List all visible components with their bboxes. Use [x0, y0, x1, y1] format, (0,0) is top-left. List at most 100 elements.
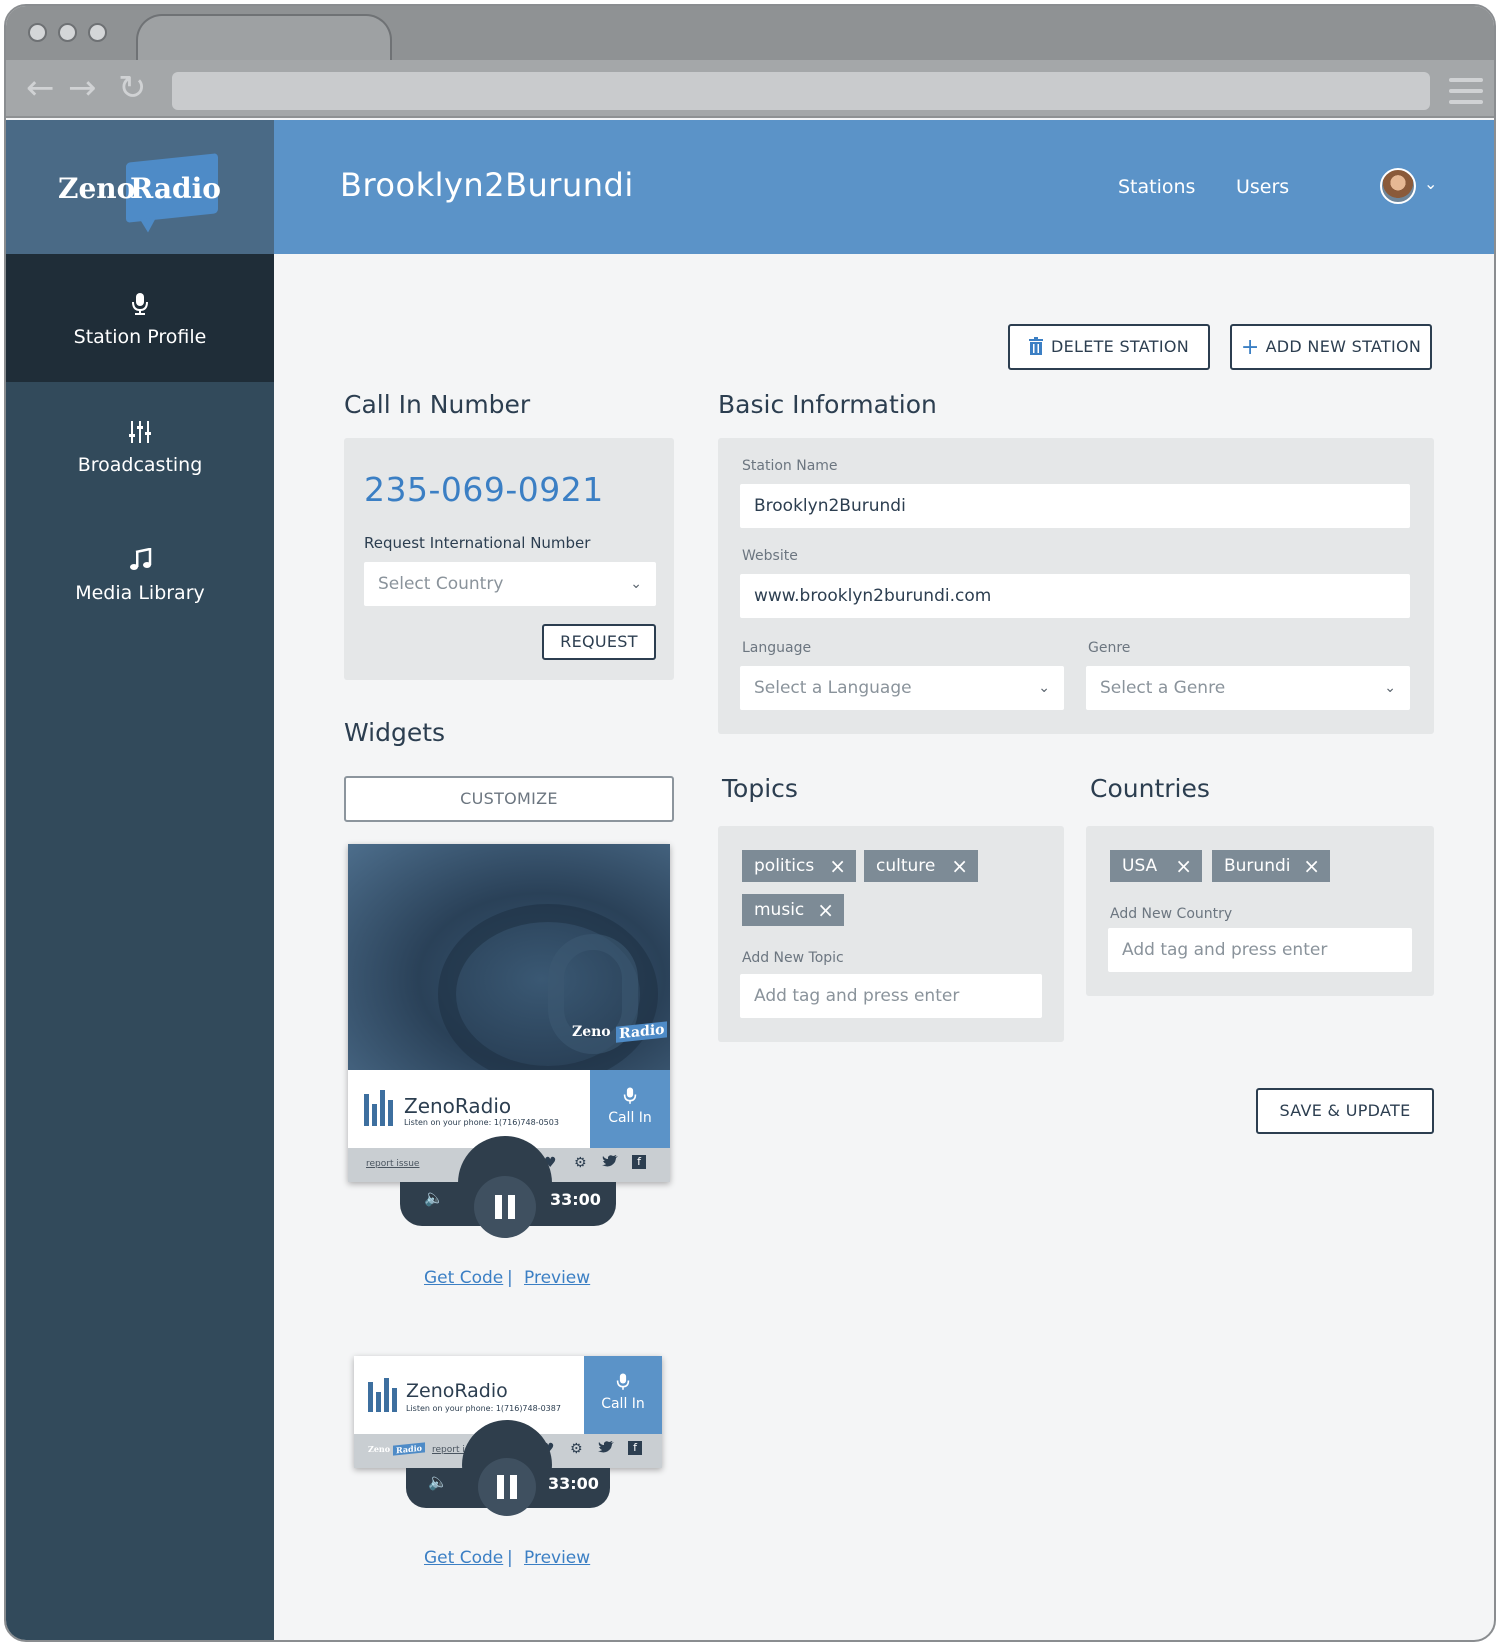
chevron-down-icon[interactable]: ⌄	[1424, 174, 1437, 193]
back-arrow-icon[interactable]: ←	[26, 68, 55, 108]
twitter-icon[interactable]	[602, 1154, 618, 1172]
country-tag: Burundi ×	[1212, 850, 1330, 882]
widget-station-name: ZenoRadio	[406, 1380, 508, 1402]
sidebar-item-label: Broadcasting	[77, 454, 203, 476]
equalizer-icon	[364, 1090, 394, 1126]
report-issue-link[interactable]: report issue	[366, 1159, 419, 1169]
browser-menu-icon[interactable]	[1449, 78, 1483, 104]
remove-tag-icon[interactable]: ×	[1175, 850, 1192, 882]
window-close-dot[interactable]	[28, 23, 47, 42]
remove-tag-icon[interactable]: ×	[1303, 850, 1320, 882]
widget-call-in-button[interactable]: Call In	[584, 1356, 662, 1434]
add-new-station-button[interactable]: + ADD NEW STATION	[1230, 324, 1432, 370]
save-update-button[interactable]: SAVE & UPDATE	[1256, 1088, 1434, 1134]
pause-icon	[497, 1475, 517, 1499]
logo-area: Zeno Radio	[6, 120, 274, 254]
page-title: Brooklyn2Burundi	[340, 166, 634, 204]
add-new-topic-label: Add New Topic	[742, 950, 844, 966]
window-minimize-dot[interactable]	[58, 23, 77, 42]
widget-logo-radio: Radio	[615, 1021, 668, 1043]
plus-icon: +	[1240, 335, 1260, 360]
reload-icon[interactable]: ↻	[118, 68, 147, 108]
browser-toolbar: ← → ↻	[6, 60, 1494, 118]
delete-station-label: DELETE STATION	[1050, 337, 1190, 356]
volume-icon[interactable]: 🔈	[424, 1188, 444, 1207]
widget-zeno-logo: Zeno Radio	[572, 1021, 668, 1043]
window-maximize-dot[interactable]	[88, 23, 107, 42]
request-button[interactable]: REQUEST	[542, 624, 656, 660]
topic-tag: politics ×	[742, 850, 856, 882]
country-tag-label: Burundi	[1224, 856, 1291, 876]
add-country-placeholder: Add tag and press enter	[1122, 940, 1328, 960]
sidebar-item-broadcasting[interactable]: Broadcasting	[6, 382, 274, 510]
topic-tag-label: politics	[754, 856, 815, 876]
get-code-link[interactable]: Get Code	[424, 1268, 503, 1288]
widget-cover-image: Zeno Radio	[348, 844, 670, 1070]
basic-information-heading: Basic Information	[718, 390, 937, 419]
logo-text-zeno: Zeno	[58, 172, 136, 205]
remove-tag-icon[interactable]: ×	[951, 850, 968, 882]
station-name-input[interactable]: Brooklyn2Burundi	[740, 484, 1410, 528]
preview-link[interactable]: Preview	[524, 1548, 590, 1568]
sidebar-item-station-profile[interactable]: Station Profile	[6, 254, 274, 382]
add-country-input[interactable]: Add tag and press enter	[1108, 928, 1412, 972]
country-tag: USA ×	[1110, 850, 1202, 882]
language-select[interactable]: Select a Language ⌄	[740, 666, 1064, 710]
widget-call-in-button[interactable]: Call In	[590, 1070, 670, 1148]
widget-logo-zeno: Zeno	[368, 1444, 391, 1454]
nav-stations-link[interactable]: Stations	[1118, 176, 1195, 198]
gear-icon[interactable]: ⚙	[574, 1155, 587, 1171]
sidebar: Zeno Radio Station Profile Broadcasting …	[6, 120, 274, 1640]
gear-icon[interactable]: ⚙	[570, 1441, 583, 1457]
forward-arrow-icon[interactable]: →	[68, 68, 97, 108]
twitter-icon[interactable]	[598, 1440, 614, 1458]
facebook-icon[interactable]: f	[628, 1441, 642, 1455]
get-code-link[interactable]: Get Code	[424, 1548, 503, 1568]
topic-tag: culture ×	[864, 850, 978, 882]
browser-tab[interactable]	[136, 14, 392, 62]
website-input[interactable]: www.brooklyn2burundi.com	[740, 574, 1410, 618]
address-bar[interactable]	[172, 72, 1430, 110]
customize-button[interactable]: CUSTOMIZE	[344, 776, 674, 822]
widget-info-bar: ZenoRadio Listen on your phone: 1(716)74…	[348, 1070, 590, 1148]
topics-panel: politics × culture × music × Add New Topic …	[718, 826, 1064, 1042]
remove-tag-icon[interactable]: ×	[817, 894, 834, 926]
widget-logo-radio: Radio	[392, 1442, 425, 1456]
countries-panel: USA × Burundi × Add New Country Add tag an…	[1086, 826, 1434, 996]
zeno-radio-logo[interactable]: Zeno Radio	[58, 150, 221, 223]
add-new-country-label: Add New Country	[1110, 906, 1233, 922]
chevron-down-icon: ⌄	[630, 576, 642, 592]
pause-button[interactable]	[474, 1176, 536, 1238]
widget-logo-zeno: Zeno	[572, 1024, 611, 1040]
add-topic-placeholder: Add tag and press enter	[754, 986, 960, 1006]
preview-link[interactable]: Preview	[524, 1268, 590, 1288]
genre-select[interactable]: Select a Genre ⌄	[1086, 666, 1410, 710]
player-time: 33:00	[550, 1190, 601, 1209]
nav-users-link[interactable]: Users	[1236, 176, 1289, 198]
country-tag-label: USA	[1122, 856, 1158, 876]
website-label: Website	[742, 548, 798, 564]
sliders-icon	[6, 420, 274, 448]
equalizer-icon	[368, 1378, 398, 1412]
genre-select-value: Select a Genre	[1100, 678, 1226, 698]
chevron-down-icon: ⌄	[1038, 680, 1050, 696]
widget-station-name: ZenoRadio	[404, 1094, 512, 1118]
remove-tag-icon[interactable]: ×	[829, 850, 846, 882]
select-country-dropdown[interactable]: Select Country ⌄	[364, 562, 656, 606]
user-avatar[interactable]	[1380, 168, 1416, 204]
sidebar-item-media-library[interactable]: Media Library	[6, 510, 274, 638]
facebook-icon[interactable]: f	[632, 1155, 646, 1169]
link-separator: |	[507, 1548, 513, 1568]
delete-station-button[interactable]: DELETE STATION	[1008, 324, 1210, 370]
call-in-number: 235-069-0921	[364, 470, 604, 509]
language-label: Language	[742, 640, 812, 656]
add-new-station-label: ADD NEW STATION	[1265, 337, 1422, 356]
widget-call-in-label: Call In	[608, 1110, 652, 1126]
microphone-icon	[590, 1086, 670, 1106]
browser-titlebar	[6, 6, 1494, 62]
add-topic-input[interactable]: Add tag and press enter	[740, 974, 1042, 1018]
browser-window: ← → ↻ Zeno Radio Station Profile Broadca…	[4, 4, 1496, 1642]
topic-tag-label: music	[754, 900, 805, 920]
pause-button[interactable]	[478, 1458, 536, 1516]
volume-icon[interactable]: 🔈	[428, 1472, 448, 1491]
